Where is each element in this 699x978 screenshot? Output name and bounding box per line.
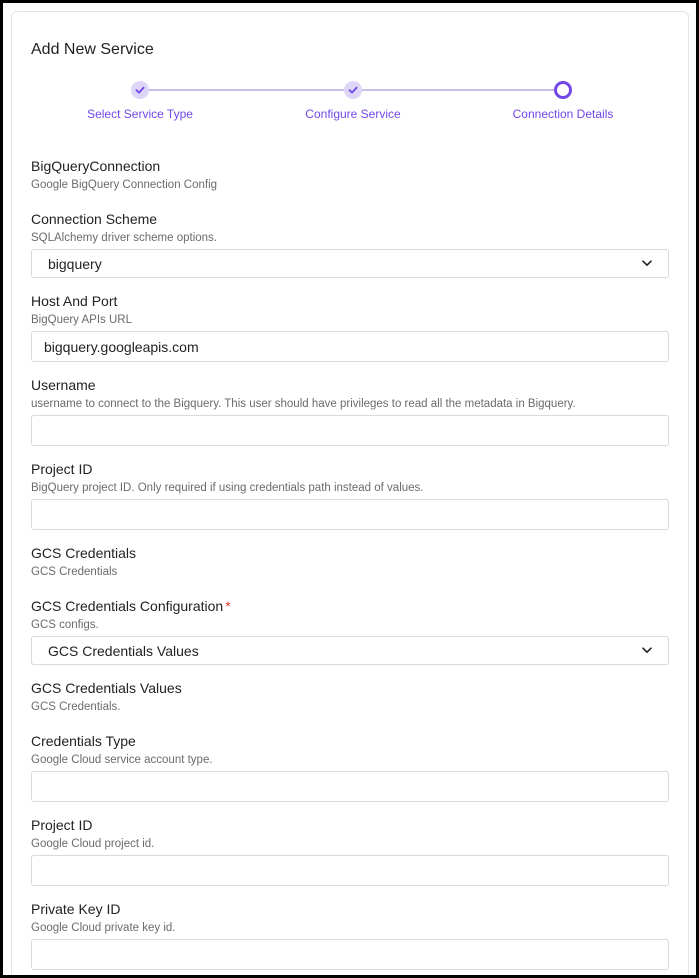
step-1-check-icon	[131, 81, 149, 99]
step-3-active-circle-icon	[554, 81, 572, 99]
connection-scheme-label: Connection Scheme	[31, 211, 158, 227]
gcp-project-id-input[interactable]	[31, 855, 669, 886]
username-description: username to connect to the Bigquery. Thi…	[31, 398, 576, 410]
credentials-type-input[interactable]	[31, 771, 669, 802]
page-title: Add New Service	[31, 41, 154, 58]
host-and-port-label: Host And Port	[31, 293, 118, 309]
gcs-credentials-description: GCS Credentials	[31, 566, 118, 578]
connection-scheme-select[interactable]: bigquery	[31, 249, 669, 278]
step-label-select-service-type[interactable]: Select Service Type	[87, 107, 193, 121]
stepper-connector-1	[148, 89, 344, 91]
private-key-id-description: Google Cloud private key id.	[31, 922, 176, 934]
project-id-label: Project ID	[31, 461, 93, 477]
project-id-description: BigQuery project ID. Only required if us…	[31, 482, 424, 494]
project-id-input[interactable]	[31, 499, 669, 530]
step-2-check-icon	[344, 81, 362, 99]
gcs-credentials-configuration-description: GCS configs.	[31, 619, 99, 631]
chevron-down-icon	[642, 260, 652, 267]
gcs-credentials-configuration-select[interactable]: GCS Credentials Values	[31, 636, 669, 665]
gcs-credentials-values-title: GCS Credentials Values	[31, 680, 182, 696]
service-form-card	[11, 11, 689, 975]
credentials-type-label: Credentials Type	[31, 733, 136, 749]
host-and-port-value: bigquery.googleapis.com	[44, 338, 199, 355]
gcs-credentials-configuration-selected-value: GCS Credentials Values	[48, 642, 199, 659]
section-description: Google BigQuery Connection Config	[31, 179, 218, 191]
stepper-connector-2	[361, 89, 554, 91]
gcp-project-id-label: Project ID	[31, 817, 93, 833]
section-title-bigquery-connection: BigQueryConnection	[31, 158, 161, 174]
credentials-type-description: Google Cloud service account type.	[31, 754, 213, 766]
host-and-port-description: BigQuery APIs URL	[31, 314, 132, 326]
gcp-project-id-description: Google Cloud project id.	[31, 838, 155, 850]
connection-scheme-selected-value: bigquery	[48, 255, 102, 272]
step-label-configure-service[interactable]: Configure Service	[305, 107, 400, 121]
private-key-id-input[interactable]	[31, 939, 669, 970]
username-input[interactable]	[31, 415, 669, 446]
gcs-credentials-values-description: GCS Credentials.	[31, 701, 121, 713]
connection-scheme-description: SQLAlchemy driver scheme options.	[31, 232, 217, 244]
step-label-connection-details[interactable]: Connection Details	[513, 107, 614, 121]
gcs-credentials-configuration-label-text: GCS Credentials Configuration	[31, 598, 224, 614]
username-label: Username	[31, 377, 96, 393]
chevron-down-icon	[642, 647, 652, 654]
window-frame: Add New Service Select Service Type Conf…	[0, 0, 699, 978]
gcs-credentials-configuration-label: GCS Credentials Configuration *	[31, 598, 231, 614]
gcs-credentials-title: GCS Credentials	[31, 545, 137, 561]
private-key-id-label: Private Key ID	[31, 901, 121, 917]
host-and-port-input[interactable]: bigquery.googleapis.com	[31, 331, 669, 362]
required-asterisk: *	[225, 598, 231, 614]
